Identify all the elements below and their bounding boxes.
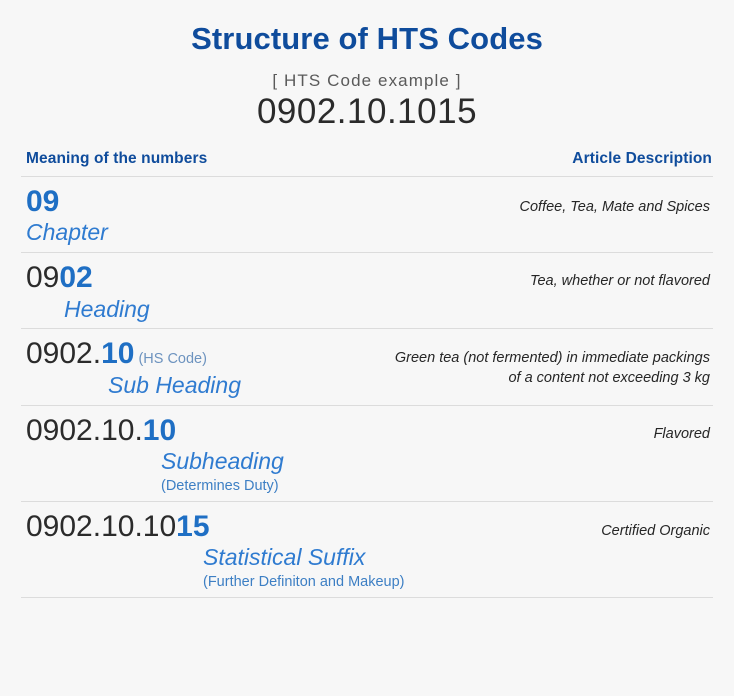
code-line: 09 <box>26 185 108 219</box>
article-description: Tea, whether or not flavored <box>529 272 710 289</box>
row-right-cell: Certified Organic <box>405 510 714 542</box>
row-left-cell: 0902.10.1015 Statistical Suffix (Further… <box>21 510 405 592</box>
structure-rows: 09 Chapter Coffee, Tea, Mate and Spices … <box>0 175 734 598</box>
hs-code-note: (HS Code) <box>138 351 207 368</box>
table-row: 09 Chapter Coffee, Tea, Mate and Spices <box>21 175 713 252</box>
article-description: Green tea (not fermented) in immediate p… <box>394 350 710 386</box>
code-line: 0902.10 (HS Code) <box>26 337 241 371</box>
code-highlight-part: 09 <box>26 184 60 218</box>
example-code: 0902.10.1015 <box>256 92 478 132</box>
meaning-label: Statistical Suffix <box>203 544 366 571</box>
column-header-description: Article Description <box>572 149 712 167</box>
meaning-note: (Determines Duty) <box>161 477 279 494</box>
column-header-meaning: Meaning of the numbers <box>26 149 208 167</box>
page-title: Structure of HTS Codes <box>191 21 543 56</box>
row-right-cell: Green tea (not fermented) in immediate p… <box>241 337 713 388</box>
code-highlight-part: 10 <box>101 337 135 371</box>
article-description: Certified Organic <box>601 522 710 539</box>
code-highlight-part: 02 <box>59 260 93 294</box>
meaning-label: Heading <box>64 295 150 322</box>
code-dim-part: 0902.10. <box>26 413 143 447</box>
article-description: Flavored <box>653 425 710 442</box>
table-row: 0902.10.10 Subheading (Determines Duty) … <box>21 404 713 501</box>
row-right-cell: Coffee, Tea, Mate and Spices <box>108 185 713 218</box>
row-left-cell: 09 Chapter <box>21 185 108 247</box>
meaning-note: (Further Definiton and Makeup) <box>203 574 405 591</box>
code-highlight-part: 15 <box>176 509 210 543</box>
table-row: 0902.10 (HS Code) Sub Heading Green tea (… <box>21 328 713 404</box>
code-dim-part: 09 <box>26 260 60 294</box>
code-highlight-part: 10 <box>142 413 177 447</box>
row-right-cell: Flavored <box>284 414 713 445</box>
code-dim-part: 0902. <box>26 337 102 371</box>
meaning-label: Sub Heading <box>108 371 241 398</box>
row-left-cell: 0902.10 (HS Code) Sub Heading <box>21 337 241 399</box>
article-description: Coffee, Tea, Mate and Spices <box>519 198 711 215</box>
code-dim-part: 0902.10.10 <box>26 509 177 543</box>
row-left-cell: 0902 Heading <box>21 261 150 323</box>
hts-structure-infographic: Structure of HTS Codes [ HTS Code exampl… <box>0 0 734 696</box>
code-line: 0902.10.1015 <box>26 510 405 544</box>
meaning-label: Subheading <box>161 448 284 475</box>
meaning-label: Chapter <box>26 219 108 246</box>
row-left-cell: 0902.10.10 Subheading (Determines Duty) <box>21 414 284 496</box>
table-row: 0902.10.1015 Statistical Suffix (Further… <box>21 500 714 598</box>
table-row: 0902 Heading Tea, whether or not flavore… <box>21 251 713 328</box>
code-line: 0902 <box>26 261 150 295</box>
example-label: [ HTS Code example ] <box>272 71 462 91</box>
column-headers: Meaning of the numbers Article Descripti… <box>0 150 734 168</box>
row-right-cell: Tea, whether or not flavored <box>150 261 713 292</box>
code-line: 0902.10.10 <box>26 414 284 448</box>
